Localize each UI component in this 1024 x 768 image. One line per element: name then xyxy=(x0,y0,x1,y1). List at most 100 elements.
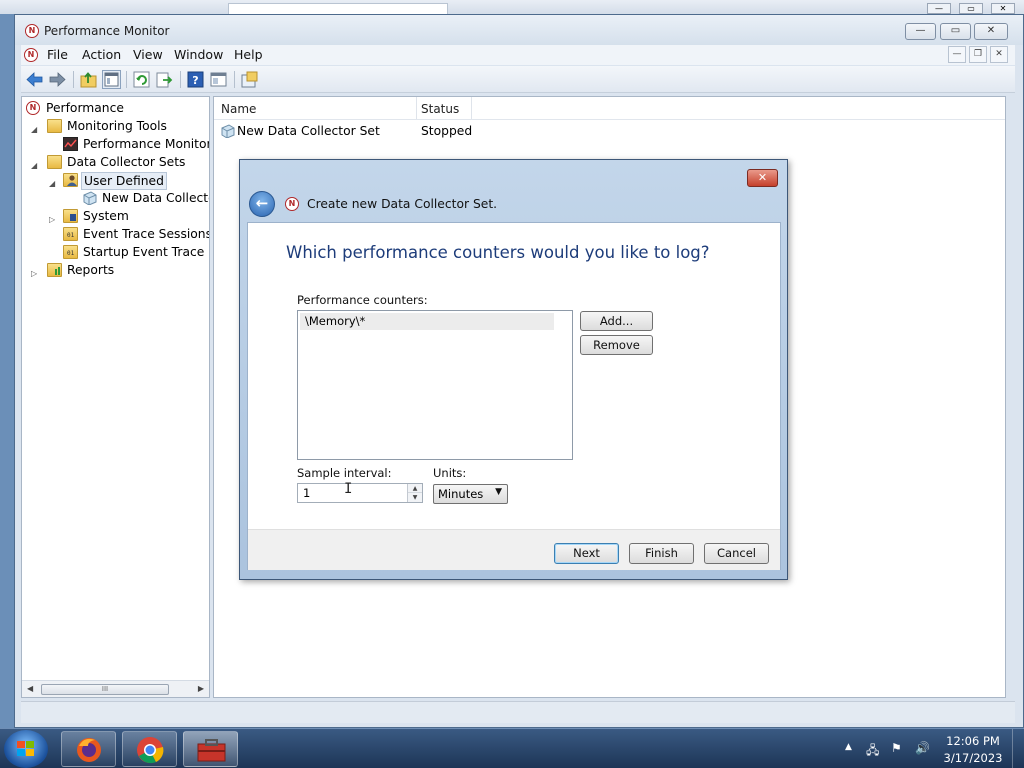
taskbar-performance-monitor[interactable] xyxy=(183,731,238,767)
next-button[interactable]: Next xyxy=(554,543,619,564)
background-maximize-button[interactable]: ▭ xyxy=(959,3,983,14)
show-desktop-button[interactable] xyxy=(1012,729,1024,768)
performance-icon: N xyxy=(26,101,40,115)
action-center-icon[interactable]: ⚑ xyxy=(891,741,902,755)
up-folder-icon[interactable] xyxy=(79,70,98,89)
network-icon[interactable]: 🖧 xyxy=(866,741,879,762)
units-label: Units: xyxy=(433,466,467,480)
data-collector-icon xyxy=(82,191,97,206)
list-row[interactable]: New Data Collector Set Stopped xyxy=(218,123,518,141)
menu-help[interactable]: Help xyxy=(234,47,263,62)
maximize-button[interactable]: ▭ xyxy=(940,23,971,40)
units-value: Minutes xyxy=(438,487,484,501)
taskbar: ▲ 🖧 ⚑ 🔊 12:06 PM 3/17/2023 xyxy=(0,728,1024,768)
background-minimize-button[interactable]: — xyxy=(927,3,951,14)
volume-icon[interactable]: 🔊 xyxy=(915,741,930,755)
status-bar xyxy=(21,701,1015,723)
units-dropdown[interactable]: Minutes ▼ xyxy=(433,484,508,504)
scroll-right-icon[interactable]: ▶ xyxy=(198,684,204,693)
tree-item-data-collector-sets[interactable]: ◢ Data Collector Sets xyxy=(30,154,200,171)
toolbar: ? xyxy=(21,66,1015,93)
spin-up-icon[interactable]: ▲ xyxy=(408,484,422,493)
mdi-close-button[interactable]: ✕ xyxy=(990,46,1008,63)
remove-button[interactable]: Remove xyxy=(580,335,653,355)
spinner-arrows[interactable]: ▲ ▼ xyxy=(407,484,422,502)
chart-icon xyxy=(63,137,78,151)
tree-horizontal-scrollbar[interactable]: ◀ III ▶ xyxy=(22,680,209,697)
properties-icon[interactable] xyxy=(209,70,228,89)
svg-text:01: 01 xyxy=(67,250,75,257)
expanded-arrow-icon[interactable]: ◢ xyxy=(31,158,37,174)
scroll-left-icon[interactable]: ◀ xyxy=(27,684,33,693)
performance-app-icon[interactable]: N xyxy=(25,24,39,38)
help-icon[interactable]: ? xyxy=(186,70,205,89)
new-window-icon[interactable] xyxy=(240,70,259,89)
chevron-down-icon: ▼ xyxy=(495,487,502,497)
column-name[interactable]: Name xyxy=(221,102,256,116)
cancel-button[interactable]: Cancel xyxy=(704,543,769,564)
chrome-icon xyxy=(137,737,164,764)
tree-item-reports[interactable]: ▷ Reports xyxy=(30,262,180,279)
taskbar-chrome[interactable] xyxy=(122,731,177,767)
dialog-heading: Which performance counters would you lik… xyxy=(286,243,710,262)
expanded-arrow-icon[interactable]: ◢ xyxy=(49,176,55,192)
back-arrow-icon[interactable]: ← xyxy=(249,191,275,217)
menu-file[interactable]: File xyxy=(47,47,68,62)
create-data-collector-set-dialog: ✕ ← N Create new Data Collector Set. Whi… xyxy=(239,159,788,580)
back-icon[interactable] xyxy=(25,70,44,89)
folder-icon xyxy=(47,155,62,169)
dialog-body: Which performance counters would you lik… xyxy=(247,222,781,570)
svg-text:01: 01 xyxy=(67,232,75,239)
background-tab[interactable] xyxy=(228,3,448,14)
tree-item-monitoring-tools[interactable]: ◢ Monitoring Tools xyxy=(30,118,200,135)
menu-window[interactable]: Window xyxy=(174,47,223,62)
refresh-icon[interactable] xyxy=(132,70,151,89)
export-icon[interactable] xyxy=(155,70,174,89)
tree-item-startup-event-trace-sessions[interactable]: 01 Startup Event Trace Ses xyxy=(63,244,209,261)
spin-down-icon[interactable]: ▼ xyxy=(408,493,422,502)
scrollbar-thumb[interactable]: III xyxy=(41,684,169,695)
collapsed-arrow-icon[interactable]: ▷ xyxy=(31,266,37,282)
column-header: Name Status xyxy=(214,97,1005,120)
mdi-minimize-button[interactable]: — xyxy=(948,46,966,63)
add-button[interactable]: Add... xyxy=(580,311,653,331)
tree-item-new-data-collector[interactable]: New Data Collector xyxy=(82,190,209,207)
tree-item-system[interactable]: ▷ System xyxy=(48,208,198,225)
tree-item-user-defined[interactable]: ◢ User Defined xyxy=(48,172,188,192)
reports-folder-icon xyxy=(47,263,62,277)
sample-interval-spinner[interactable]: 1 ▲ ▼ xyxy=(297,483,423,503)
collapsed-arrow-icon[interactable]: ▷ xyxy=(49,212,55,228)
taskbar-firefox[interactable] xyxy=(61,731,116,767)
system-menu-icon[interactable]: N xyxy=(24,48,38,62)
user-folder-icon xyxy=(63,173,78,187)
dialog-close-button[interactable]: ✕ xyxy=(747,169,778,187)
minimize-button[interactable]: — xyxy=(905,23,936,40)
expanded-arrow-icon[interactable]: ◢ xyxy=(31,122,37,138)
column-status[interactable]: Status xyxy=(421,102,459,116)
performance-app-icon: N xyxy=(285,197,299,211)
folder-icon xyxy=(47,119,62,133)
menu-action[interactable]: Action xyxy=(82,47,121,62)
sample-interval-value[interactable]: 1 xyxy=(303,486,310,500)
menu-bar: N File Action View Window Help — ❐ ✕ xyxy=(21,45,1015,65)
clock-time[interactable]: 12:06 PM xyxy=(940,734,1006,748)
show-tree-icon[interactable] xyxy=(102,70,121,89)
title-bar[interactable]: N Performance Monitor — ▭ ✕ xyxy=(15,15,1023,45)
performance-counters-list[interactable]: \Memory\* xyxy=(297,310,573,460)
show-hidden-icons-icon[interactable]: ▲ xyxy=(845,742,852,752)
clock-date[interactable]: 3/17/2023 xyxy=(940,751,1006,765)
close-button[interactable]: ✕ xyxy=(974,23,1008,40)
dialog-title: Create new Data Collector Set. xyxy=(307,197,498,211)
menu-view[interactable]: View xyxy=(133,47,163,62)
tree-item-event-trace-sessions[interactable]: 01 Event Trace Sessions xyxy=(63,226,209,243)
finish-button[interactable]: Finish xyxy=(629,543,694,564)
text-cursor-icon: I xyxy=(344,481,353,497)
mdi-restore-button[interactable]: ❐ xyxy=(969,46,987,63)
windows-logo-icon xyxy=(17,741,35,757)
counter-entry[interactable]: \Memory\* xyxy=(300,313,554,330)
background-close-button[interactable]: ✕ xyxy=(991,3,1015,14)
start-button[interactable] xyxy=(4,730,48,768)
forward-icon[interactable] xyxy=(48,70,67,89)
counters-label: Performance counters: xyxy=(297,293,428,307)
tree-item-performance-monitor[interactable]: Performance Monitor xyxy=(63,136,209,153)
